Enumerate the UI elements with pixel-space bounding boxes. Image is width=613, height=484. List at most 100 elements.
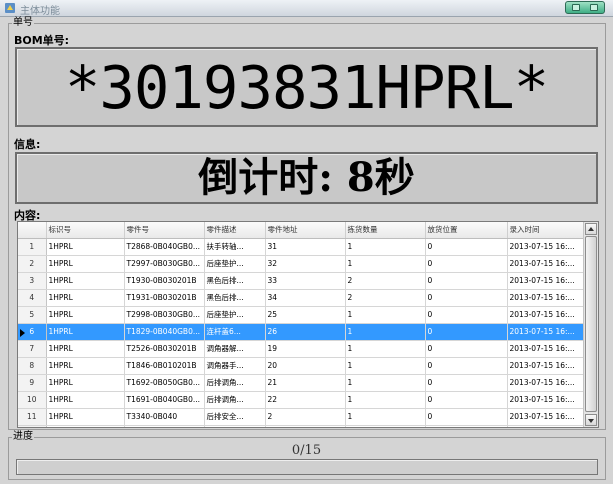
table-cell[interactable]: T2526-0B030201B xyxy=(124,340,205,358)
table-cell[interactable]: 1 xyxy=(345,374,426,392)
scroll-thumb[interactable] xyxy=(585,236,597,412)
table-cell[interactable]: T1846-0B010201B xyxy=(124,357,205,375)
table-cell[interactable]: T1692-0B050GB0... xyxy=(124,374,205,392)
column-header[interactable]: 放货位置 xyxy=(425,222,508,239)
table-cell[interactable]: 20 xyxy=(265,357,346,375)
table-cell[interactable]: 0 xyxy=(425,272,508,290)
table-cell[interactable]: 2013-07-15 16:... xyxy=(507,306,583,324)
table-cell[interactable]: 2 xyxy=(265,408,346,426)
table-cell[interactable]: 2013-07-15 16:... xyxy=(507,272,583,290)
table-cell[interactable]: 25 xyxy=(265,306,346,324)
table-row[interactable]: 2 1HPRL T2997-0B030GB0... 后座垫护... 32 1 0 2013-0… xyxy=(18,255,583,273)
table-row[interactable]: 9 1HPRL T1692-0B050GB0... 后排调角... 21 1 0 2013-0… xyxy=(18,374,583,392)
table-cell[interactable]: 扶手转轴... xyxy=(204,238,266,256)
table-row[interactable]: 5 1HPRL T2998-0B030GB0... 后座垫护... 25 1 0 2013-0… xyxy=(18,306,583,324)
table-cell[interactable]: 2013-07-15 16:... xyxy=(507,357,583,375)
table-cell[interactable]: 0 xyxy=(425,255,508,273)
table-cell[interactable]: 32 xyxy=(265,255,346,273)
table-cell[interactable]: 调角器手... xyxy=(204,357,266,375)
table-cell[interactable]: 0 xyxy=(425,306,508,324)
column-header[interactable]: 零件号 xyxy=(124,222,205,239)
row-number[interactable]: 8 xyxy=(18,357,47,375)
row-number[interactable]: 10 xyxy=(18,391,47,409)
column-header[interactable]: 标识号 xyxy=(46,222,125,239)
table-cell[interactable]: 2 xyxy=(345,272,426,290)
table-cell[interactable]: 调角器解... xyxy=(204,340,266,358)
table-cell[interactable]: 0 xyxy=(425,357,508,375)
table-cell[interactable]: 1HPRL xyxy=(46,323,125,341)
table-cell[interactable]: 1 xyxy=(345,408,426,426)
table-cell[interactable]: 33 xyxy=(265,272,346,290)
table-cell[interactable]: 1 xyxy=(345,357,426,375)
parts-grid[interactable]: 标识号 零件号 零件描述 零件地址 拣货数量 放货位置 录入时间 1 1HPRL T… xyxy=(17,221,599,428)
table-cell[interactable]: T1931-0B030201B xyxy=(124,289,205,307)
table-cell[interactable]: 1HPRL xyxy=(46,306,125,324)
table-cell[interactable]: 0 xyxy=(425,374,508,392)
table-row[interactable]: 1 1HPRL T2868-0B040GB0... 扶手转轴... 31 1 0 2013-0… xyxy=(18,238,583,256)
table-cell[interactable]: 黑色后排... xyxy=(204,272,266,290)
column-header[interactable]: 拣货数量 xyxy=(345,222,426,239)
table-cell[interactable]: 1 xyxy=(345,255,426,273)
table-cell[interactable]: 2013-07-15 16:... xyxy=(507,238,583,256)
row-number[interactable]: 5 xyxy=(18,306,47,324)
table-cell[interactable]: 1 xyxy=(345,306,426,324)
scroll-down-icon[interactable] xyxy=(585,414,597,426)
table-cell[interactable]: 2013-07-15 16:... xyxy=(507,374,583,392)
table-cell[interactable]: 后排调角... xyxy=(204,374,266,392)
table-cell[interactable]: T1930-0B030201B xyxy=(124,272,205,290)
table-cell[interactable] xyxy=(345,425,426,427)
table-cell[interactable]: 0 xyxy=(425,391,508,409)
table-cell[interactable]: 2013-07-15 16:... xyxy=(507,323,583,341)
table-cell[interactable]: 后座垫护... xyxy=(204,255,266,273)
table-cell[interactable]: 1 xyxy=(345,323,426,341)
table-cell[interactable] xyxy=(46,425,125,427)
row-number[interactable]: 6 xyxy=(18,323,47,341)
table-cell[interactable]: 后座垫护... xyxy=(204,306,266,324)
table-cell[interactable]: 19 xyxy=(265,340,346,358)
table-cell[interactable]: 26 xyxy=(265,323,346,341)
table-cell[interactable]: 1HPRL xyxy=(46,408,125,426)
row-number[interactable]: 1 xyxy=(18,238,47,256)
table-row[interactable]: 11 1HPRL T3340-0B040 后排安全... 2 1 0 2013-07-15 1… xyxy=(18,408,583,426)
table-cell[interactable]: 1 xyxy=(345,391,426,409)
table-cell[interactable]: 0 xyxy=(425,340,508,358)
table-cell[interactable]: 1HPRL xyxy=(46,272,125,290)
table-cell[interactable]: 21 xyxy=(265,374,346,392)
vertical-scrollbar[interactable] xyxy=(583,222,598,427)
table-cell[interactable]: T3340-0B040 xyxy=(124,408,205,426)
table-row[interactable]: 6 1HPRL T1829-0B040GB0... 连杆盖6... 26 1 0 2013-0… xyxy=(18,323,583,341)
table-cell[interactable]: T1829-0B040GB0... xyxy=(124,323,205,341)
table-cell[interactable]: 1HPRL xyxy=(46,340,125,358)
table-cell[interactable]: 1HPRL xyxy=(46,238,125,256)
table-cell[interactable]: 2 xyxy=(345,289,426,307)
table-cell[interactable]: 2013-07-15 16:... xyxy=(507,391,583,409)
table-cell[interactable]: 后排安全... xyxy=(204,408,266,426)
table-row[interactable]: 4 1HPRL T1931-0B030201B 黑色后排... 34 2 0 2013-07-… xyxy=(18,289,583,307)
table-row[interactable]: 3 1HPRL T1930-0B030201B 黑色后排... 33 2 0 2013-07-… xyxy=(18,272,583,290)
table-row[interactable]: 黑色后排... xyxy=(18,425,583,427)
table-cell[interactable]: 1HPRL xyxy=(46,357,125,375)
scroll-up-icon[interactable] xyxy=(585,223,597,235)
row-number[interactable]: 9 xyxy=(18,374,47,392)
table-cell[interactable]: 0 xyxy=(425,323,508,341)
table-cell[interactable]: 0 xyxy=(425,289,508,307)
column-header[interactable]: 录入时间 xyxy=(507,222,583,239)
table-row[interactable]: 10 1HPRL T1691-0B040GB0... 后排调角... 22 1 0 2013-… xyxy=(18,391,583,409)
column-header[interactable]: 零件地址 xyxy=(265,222,346,239)
table-cell[interactable] xyxy=(425,425,508,427)
table-cell[interactable]: T2868-0B040GB0... xyxy=(124,238,205,256)
table-cell[interactable]: 2013-07-15 16:... xyxy=(507,340,583,358)
table-cell[interactable]: 1HPRL xyxy=(46,391,125,409)
table-cell[interactable]: 2013-07-15 16:... xyxy=(507,255,583,273)
table-cell[interactable]: 黑色后排... xyxy=(204,425,266,427)
table-row[interactable]: 8 1HPRL T1846-0B010201B 调角器手... 20 1 0 2013-07-… xyxy=(18,357,583,375)
table-cell[interactable]: 1HPRL xyxy=(46,255,125,273)
column-header[interactable]: 零件描述 xyxy=(204,222,266,239)
row-number[interactable]: 4 xyxy=(18,289,47,307)
table-cell[interactable]: 31 xyxy=(265,238,346,256)
row-number[interactable]: 7 xyxy=(18,340,47,358)
table-cell[interactable]: 黑色后排... xyxy=(204,289,266,307)
table-cell[interactable]: 1 xyxy=(345,340,426,358)
row-number[interactable]: 3 xyxy=(18,272,47,290)
table-cell[interactable] xyxy=(265,425,346,427)
